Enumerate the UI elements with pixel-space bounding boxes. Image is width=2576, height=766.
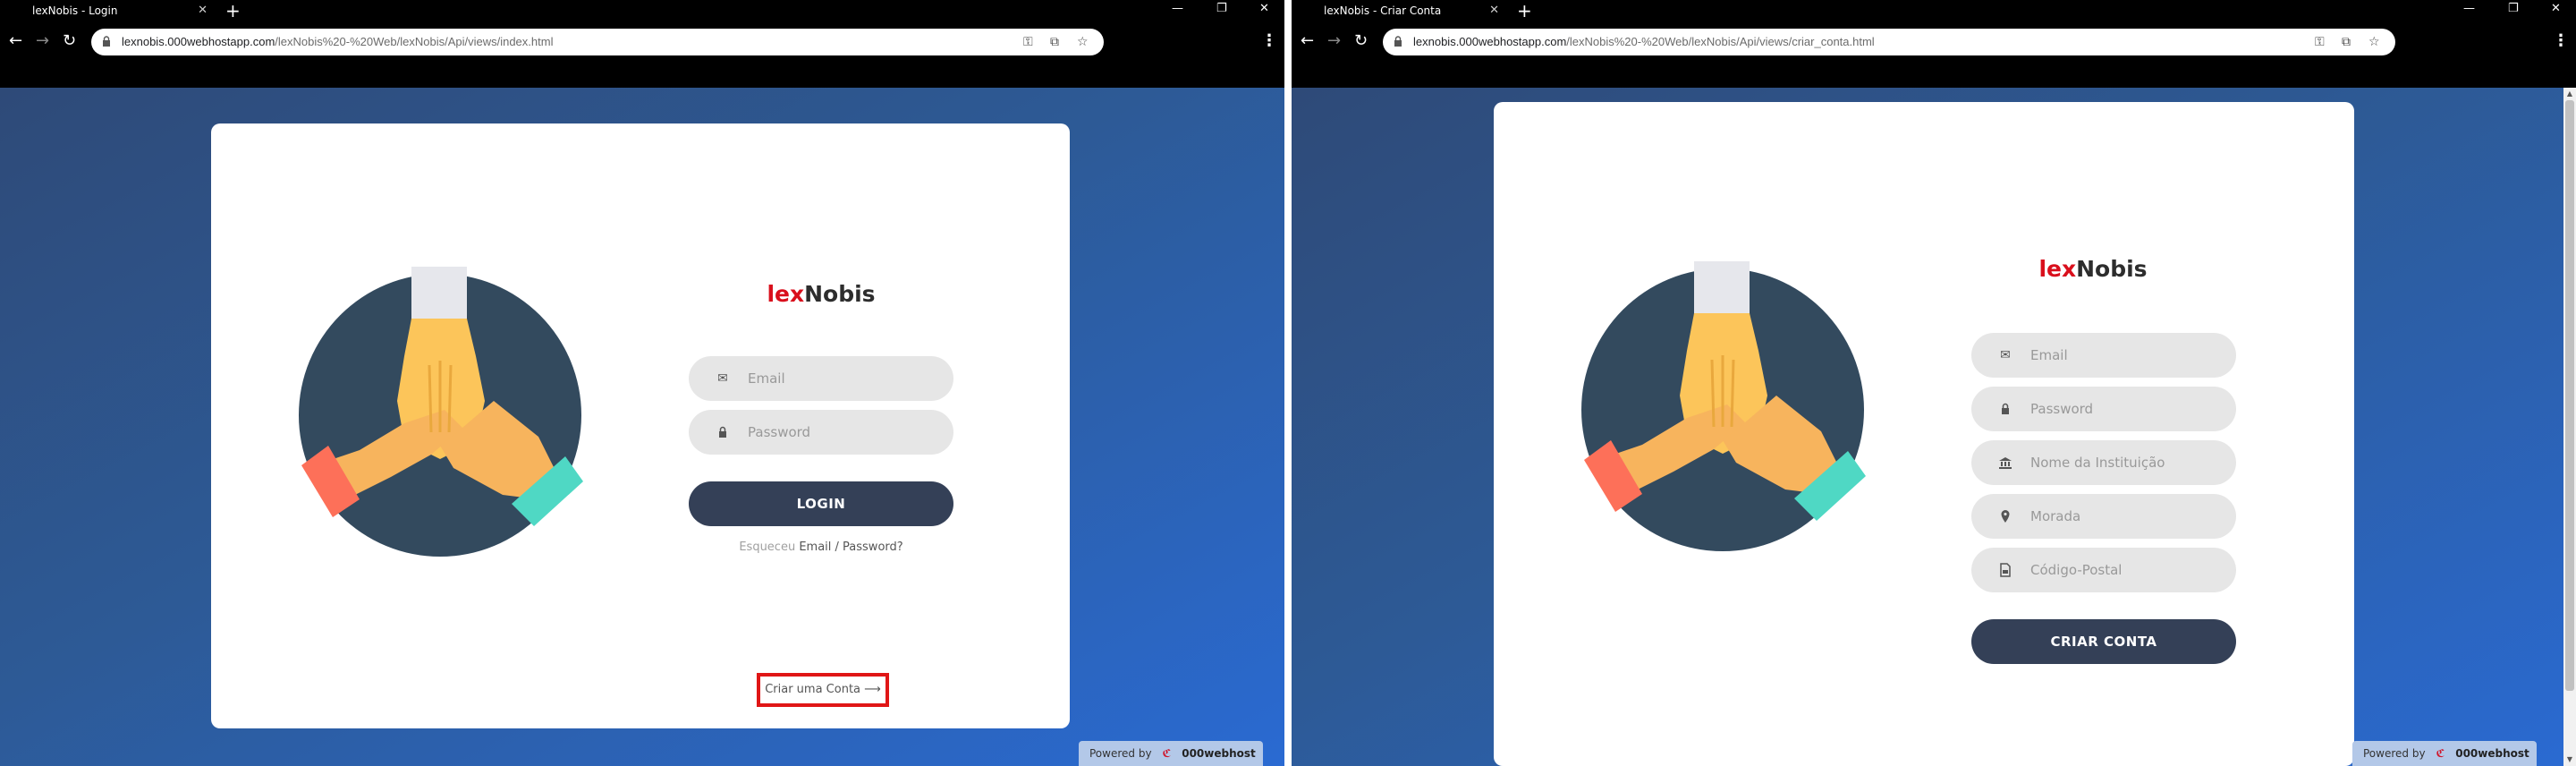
- tab-create-account[interactable]: lexNobis - Criar Conta ✕: [1299, 0, 1504, 21]
- create-account-button[interactable]: CRIAR CONTA: [1971, 619, 2236, 664]
- powered-by-badge[interactable]: Powered by ℭ 000webhost: [2352, 741, 2537, 766]
- brand-logo: lexNobis: [2038, 256, 2148, 282]
- reload-button[interactable]: ↻: [1354, 30, 1368, 52]
- lock-icon: [2002, 403, 2009, 414]
- institution-name-field[interactable]: Nome da Instituição: [1971, 440, 2236, 485]
- powered-by-badge[interactable]: Powered by ℭ 000webhost: [1079, 741, 1263, 766]
- browser-window-login: lexNobis - Login ✕ + — ❐ ✕ ← → ↻ lexnobi…: [0, 0, 1284, 766]
- webhost-logo-icon: ℭ: [1162, 747, 1172, 760]
- key-icon[interactable]: ⚿: [1023, 34, 1033, 50]
- browser-toolbar: ← → ↻ lexnobis.000webhostapp.com/lexNobi…: [0, 21, 1284, 63]
- reload-button[interactable]: ↻: [63, 30, 76, 52]
- postal-code-field[interactable]: Código-Postal: [1971, 548, 2236, 592]
- page-background: lexNobis ✉ Email Password Nome da Instit…: [1292, 88, 2576, 766]
- login-card: lexNobis ✉ Email Password LOGIN Esqueceu…: [211, 123, 1070, 728]
- minimize-button[interactable]: —: [1172, 0, 1183, 21]
- address-bar[interactable]: lexnobis.000webhostapp.com/lexNobis%20-%…: [1383, 29, 2395, 55]
- scroll-up-icon[interactable]: ▲: [2563, 88, 2576, 100]
- envelope-icon: ✉: [717, 371, 728, 386]
- address-placeholder: Morada: [2030, 508, 2081, 524]
- password-placeholder: Password: [748, 424, 811, 440]
- lock-icon: [1394, 36, 1402, 47]
- translate-icon[interactable]: ⧉: [2342, 34, 2351, 50]
- teamwork-hands-illustration: [299, 267, 583, 557]
- arrow-right-icon: ⟶: [864, 683, 881, 696]
- scroll-down-icon[interactable]: ▼: [2563, 753, 2576, 766]
- translate-icon[interactable]: ⧉: [1050, 34, 1059, 50]
- tab-close-icon[interactable]: ✕: [198, 0, 208, 21]
- password-field[interactable]: Password: [689, 410, 953, 455]
- email-field[interactable]: ✉ Email: [689, 356, 953, 401]
- bank-icon: [1999, 457, 2012, 469]
- page-scrollbar[interactable]: ▲ ▼: [2563, 88, 2576, 766]
- page-background: lexNobis ✉ Email Password LOGIN Esqueceu…: [0, 88, 1284, 766]
- create-account-card: lexNobis ✉ Email Password Nome da Instit…: [1494, 102, 2354, 766]
- tab-title: lexNobis - Login: [32, 4, 118, 17]
- lock-icon: [103, 36, 110, 47]
- bookmarks-bar: [0, 63, 1284, 88]
- envelope-icon: ✉: [2000, 348, 2011, 362]
- browser-toolbar: ← → ↻ lexnobis.000webhostapp.com/lexNobi…: [1292, 21, 2576, 63]
- postal-code-placeholder: Código-Postal: [2030, 562, 2123, 578]
- address-bar[interactable]: lexnobis.000webhostapp.com/lexNobis%20-%…: [91, 29, 1104, 55]
- close-window-button[interactable]: ✕: [1259, 0, 1269, 21]
- menu-icon[interactable]: ⋮: [1261, 30, 1277, 52]
- close-window-button[interactable]: ✕: [2551, 0, 2561, 21]
- minimize-button[interactable]: —: [2463, 0, 2475, 21]
- password-field[interactable]: Password: [1971, 387, 2236, 431]
- forgot-credentials-link[interactable]: Esqueceu Email / Password?: [689, 540, 953, 554]
- browser-window-create-account: lexNobis - Criar Conta ✕ + — ❐ ✕ ← → ↻ l…: [1292, 0, 2576, 766]
- bookmarks-bar: [1292, 63, 2576, 88]
- screen-divider: [1284, 0, 1292, 766]
- tab-close-icon[interactable]: ✕: [1489, 0, 1499, 21]
- star-icon[interactable]: ☆: [1077, 34, 1089, 50]
- back-button[interactable]: ←: [1301, 30, 1314, 52]
- email-placeholder: Email: [748, 370, 785, 387]
- restore-button[interactable]: ❐: [2508, 0, 2519, 21]
- brand-logo: lexNobis: [767, 281, 876, 307]
- institution-placeholder: Nome da Instituição: [2030, 455, 2165, 471]
- login-button[interactable]: LOGIN: [689, 481, 953, 526]
- new-tab-button[interactable]: +: [225, 0, 241, 21]
- email-placeholder: Email: [2030, 347, 2068, 363]
- tab-title: lexNobis - Criar Conta: [1324, 4, 1442, 17]
- lock-icon: [719, 426, 726, 438]
- new-tab-button[interactable]: +: [1517, 0, 1532, 21]
- menu-icon[interactable]: ⋮: [2553, 30, 2569, 52]
- scrollbar-thumb[interactable]: [2565, 100, 2574, 691]
- tab-login[interactable]: lexNobis - Login ✕: [7, 0, 213, 21]
- document-icon: [2000, 563, 2011, 577]
- password-placeholder: Password: [2030, 401, 2094, 417]
- webhost-logo-icon: ℭ: [2436, 747, 2445, 760]
- restore-button[interactable]: ❐: [1216, 0, 1227, 21]
- forward-button[interactable]: →: [1327, 30, 1341, 52]
- forward-button[interactable]: →: [36, 30, 49, 52]
- key-icon[interactable]: ⚿: [2315, 34, 2325, 50]
- tab-strip: lexNobis - Criar Conta ✕ + — ❐ ✕: [1292, 0, 2576, 21]
- back-button[interactable]: ←: [9, 30, 22, 52]
- tab-strip: lexNobis - Login ✕ + — ❐ ✕: [0, 0, 1284, 21]
- star-icon[interactable]: ☆: [2368, 34, 2380, 50]
- create-account-link[interactable]: Criar uma Conta ⟶: [757, 673, 889, 707]
- address-field[interactable]: Morada: [1971, 494, 2236, 539]
- teamwork-hands-illustration: [1581, 261, 1866, 551]
- url-text: lexnobis.000webhostapp.com/lexNobis%20-%…: [122, 35, 554, 48]
- email-field[interactable]: ✉ Email: [1971, 333, 2236, 378]
- url-text: lexnobis.000webhostapp.com/lexNobis%20-%…: [1413, 35, 1875, 48]
- map-marker-icon: [2001, 510, 2010, 523]
